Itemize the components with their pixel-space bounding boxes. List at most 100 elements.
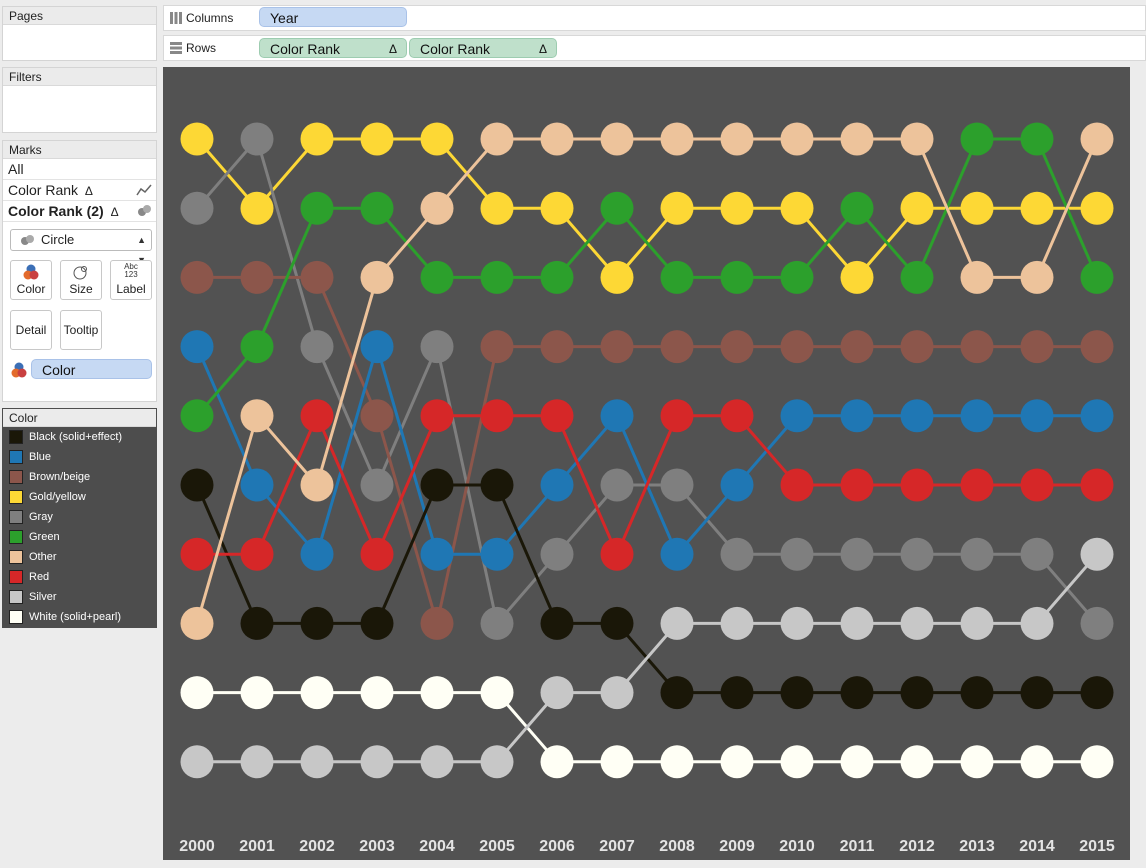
data-point[interactable]	[840, 537, 874, 571]
data-point[interactable]	[900, 330, 934, 364]
data-point[interactable]	[900, 606, 934, 640]
marks-layer-all[interactable]: All	[3, 159, 156, 180]
data-point[interactable]	[300, 260, 334, 294]
data-point[interactable]	[900, 745, 934, 779]
data-point[interactable]	[300, 191, 334, 225]
data-point[interactable]	[540, 676, 574, 710]
data-point[interactable]	[180, 676, 214, 710]
data-point[interactable]	[840, 399, 874, 433]
data-point[interactable]	[540, 330, 574, 364]
data-point[interactable]	[780, 260, 814, 294]
data-point[interactable]	[540, 191, 574, 225]
legend-item[interactable]: Red	[3, 567, 156, 587]
data-point[interactable]	[420, 330, 454, 364]
data-point[interactable]	[780, 745, 814, 779]
data-point[interactable]	[240, 260, 274, 294]
data-point[interactable]	[1020, 191, 1054, 225]
data-point[interactable]	[240, 676, 274, 710]
data-point[interactable]	[1020, 330, 1054, 364]
data-point[interactable]	[1080, 191, 1114, 225]
data-point[interactable]	[960, 260, 994, 294]
data-point[interactable]	[660, 606, 694, 640]
data-point[interactable]	[780, 468, 814, 502]
data-point[interactable]	[840, 676, 874, 710]
data-point[interactable]	[540, 745, 574, 779]
data-point[interactable]	[240, 122, 274, 156]
columns-shelf[interactable]: Columns Year	[163, 5, 1146, 31]
legend-item[interactable]: Brown/beige	[3, 467, 156, 487]
data-point[interactable]	[240, 606, 274, 640]
data-point[interactable]	[720, 330, 754, 364]
data-point[interactable]	[1080, 606, 1114, 640]
data-point[interactable]	[1020, 122, 1054, 156]
data-point[interactable]	[480, 330, 514, 364]
data-point[interactable]	[1080, 260, 1114, 294]
data-point[interactable]	[840, 606, 874, 640]
data-point[interactable]	[960, 122, 994, 156]
data-point[interactable]	[240, 399, 274, 433]
series-line[interactable]	[197, 691, 1097, 764]
data-point[interactable]	[720, 399, 754, 433]
data-point[interactable]	[900, 399, 934, 433]
marks-layer-color-rank-2[interactable]: Color Rank (2) Δ	[3, 201, 156, 222]
data-point[interactable]	[720, 122, 754, 156]
data-point[interactable]	[900, 260, 934, 294]
detail-button[interactable]: Detail	[10, 310, 52, 350]
data-point[interactable]	[180, 468, 214, 502]
data-point[interactable]	[420, 745, 454, 779]
data-point[interactable]	[720, 260, 754, 294]
data-point[interactable]	[180, 330, 214, 364]
data-point[interactable]	[1080, 399, 1114, 433]
data-point[interactable]	[660, 330, 694, 364]
legend-item[interactable]: Green	[3, 527, 156, 547]
data-point[interactable]	[420, 260, 454, 294]
data-point[interactable]	[600, 676, 634, 710]
data-point[interactable]	[480, 260, 514, 294]
legend-item[interactable]: Blue	[3, 447, 156, 467]
data-point[interactable]	[720, 676, 754, 710]
data-point[interactable]	[600, 745, 634, 779]
data-point[interactable]	[1080, 122, 1114, 156]
data-point[interactable]	[540, 399, 574, 433]
data-point[interactable]	[840, 468, 874, 502]
data-point[interactable]	[1020, 606, 1054, 640]
legend-item[interactable]: White (solid+pearl)	[3, 607, 156, 627]
size-button[interactable]: Size	[60, 260, 102, 300]
data-point[interactable]	[600, 260, 634, 294]
data-point[interactable]	[720, 537, 754, 571]
data-point[interactable]	[420, 191, 454, 225]
data-point[interactable]	[180, 191, 214, 225]
data-point[interactable]	[300, 122, 334, 156]
data-point[interactable]	[420, 676, 454, 710]
data-point[interactable]	[480, 537, 514, 571]
data-point[interactable]	[900, 676, 934, 710]
data-point[interactable]	[600, 330, 634, 364]
data-point[interactable]	[300, 468, 334, 502]
data-point[interactable]	[720, 191, 754, 225]
data-point[interactable]	[180, 537, 214, 571]
data-point[interactable]	[720, 468, 754, 502]
data-point[interactable]	[660, 537, 694, 571]
data-point[interactable]	[180, 399, 214, 433]
data-point[interactable]	[720, 606, 754, 640]
data-point[interactable]	[420, 537, 454, 571]
data-point[interactable]	[360, 606, 394, 640]
data-point[interactable]	[900, 537, 934, 571]
data-point[interactable]	[720, 745, 754, 779]
data-point[interactable]	[1020, 537, 1054, 571]
data-point[interactable]	[540, 537, 574, 571]
data-point[interactable]	[840, 745, 874, 779]
data-point[interactable]	[300, 676, 334, 710]
legend-item[interactable]: Silver	[3, 587, 156, 607]
data-point[interactable]	[960, 399, 994, 433]
legend-item[interactable]: Gray	[3, 507, 156, 527]
data-point[interactable]	[960, 468, 994, 502]
data-point[interactable]	[1020, 676, 1054, 710]
data-point[interactable]	[960, 330, 994, 364]
data-point[interactable]	[300, 399, 334, 433]
data-point[interactable]	[480, 399, 514, 433]
data-point[interactable]	[780, 191, 814, 225]
data-point[interactable]	[780, 399, 814, 433]
data-point[interactable]	[240, 745, 274, 779]
legend-item[interactable]: Gold/yellow	[3, 487, 156, 507]
